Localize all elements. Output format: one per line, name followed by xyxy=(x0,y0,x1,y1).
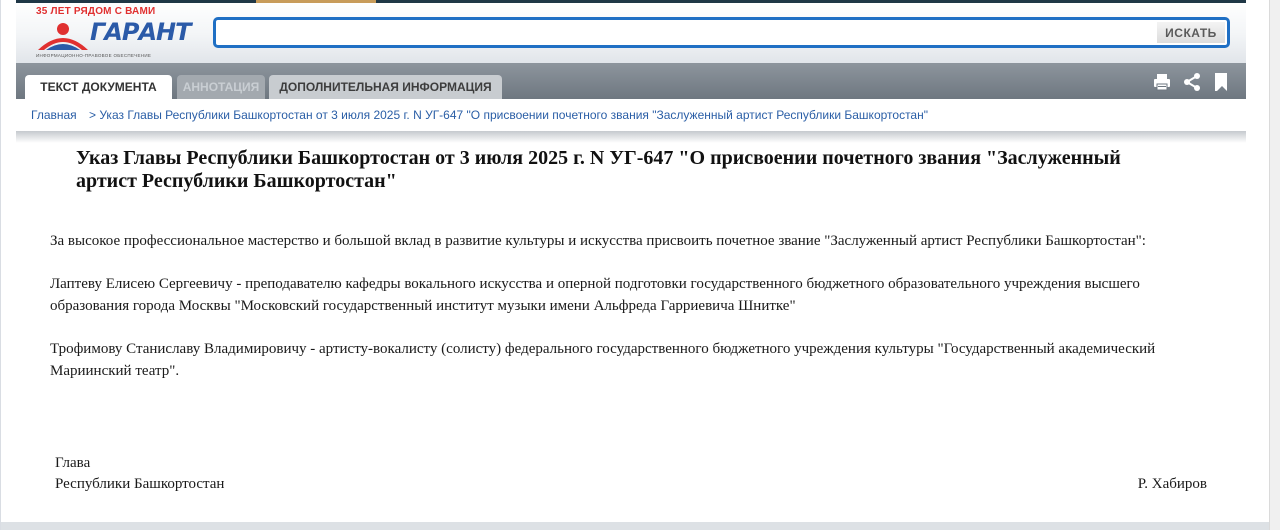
document-paragraph: Лаптеву Елисею Сергеевичу - преподавател… xyxy=(50,276,1140,314)
logo-emblem-icon xyxy=(38,23,88,50)
header-top-line xyxy=(16,0,1246,3)
page-frame: 35 ЛЕТ РЯДОМ С ВАМИ ГАРАНТ ИНФОРМАЦИОННО… xyxy=(0,0,1271,530)
document-body: За высокое профессиональное мастерство и… xyxy=(50,230,1200,403)
document-title: Указ Главы Республики Башкортостан от 3 … xyxy=(76,147,1121,192)
share-icon[interactable] xyxy=(1182,72,1202,92)
vertical-scrollbar[interactable] xyxy=(1269,0,1280,530)
logo-wordmark: ГАРАНТ xyxy=(90,18,191,46)
garant-logo[interactable]: 35 ЛЕТ РЯДОМ С ВАМИ ГАРАНТ ИНФОРМАЦИОННО… xyxy=(36,6,191,60)
document-paragraph: Трофимову Станиславу Владимировичу - арт… xyxy=(50,341,1156,379)
breadcrumb-home-link[interactable]: Главная xyxy=(31,108,77,122)
tab-annotation: АННОТАЦИЯ xyxy=(177,75,265,99)
tab-document-text[interactable]: ТЕКСТ ДОКУМЕНТА xyxy=(25,75,172,99)
tab-additional-info[interactable]: ДОПОЛНИТЕЛЬНАЯ ИНФОРМАЦИЯ xyxy=(269,75,502,99)
bookmark-icon[interactable] xyxy=(1212,72,1232,92)
breadcrumb-current-link[interactable]: > Указ Главы Республики Башкортостан от … xyxy=(89,108,928,122)
site-header: 35 ЛЕТ РЯДОМ С ВАМИ ГАРАНТ ИНФОРМАЦИОННО… xyxy=(16,0,1246,63)
search-input[interactable] xyxy=(220,22,1154,45)
document-paragraph: За высокое профессиональное мастерство и… xyxy=(50,233,1146,249)
print-icon[interactable] xyxy=(1152,72,1172,92)
signatory-position: Глава Республики Башкортостан xyxy=(55,453,224,495)
signatory-name: Р. Хабиров xyxy=(1137,476,1207,492)
tab-bar: ТЕКСТ ДОКУМЕНТА АННОТАЦИЯ ДОПОЛНИТЕЛЬНАЯ… xyxy=(16,63,1246,99)
logo-tagline: 35 ЛЕТ РЯДОМ С ВАМИ xyxy=(36,6,156,17)
breadcrumb: Главная > Указ Главы Республики Башкорто… xyxy=(16,99,1246,131)
signatory-position-line: Глава xyxy=(55,455,91,471)
signatory-position-line: Республики Башкортостан xyxy=(55,476,225,492)
document-tools xyxy=(1146,72,1236,92)
search-button[interactable]: ИСКАТЬ xyxy=(1157,22,1225,43)
logo-subtitle: ИНФОРМАЦИОННО-ПРАВОВОЕ ОБЕСПЕЧЕНИЕ xyxy=(36,53,152,58)
header-top-art xyxy=(256,0,376,3)
header-shadow xyxy=(16,131,1246,143)
search-box: ИСКАТЬ xyxy=(213,17,1230,48)
page-bottom-edge xyxy=(1,522,1271,530)
